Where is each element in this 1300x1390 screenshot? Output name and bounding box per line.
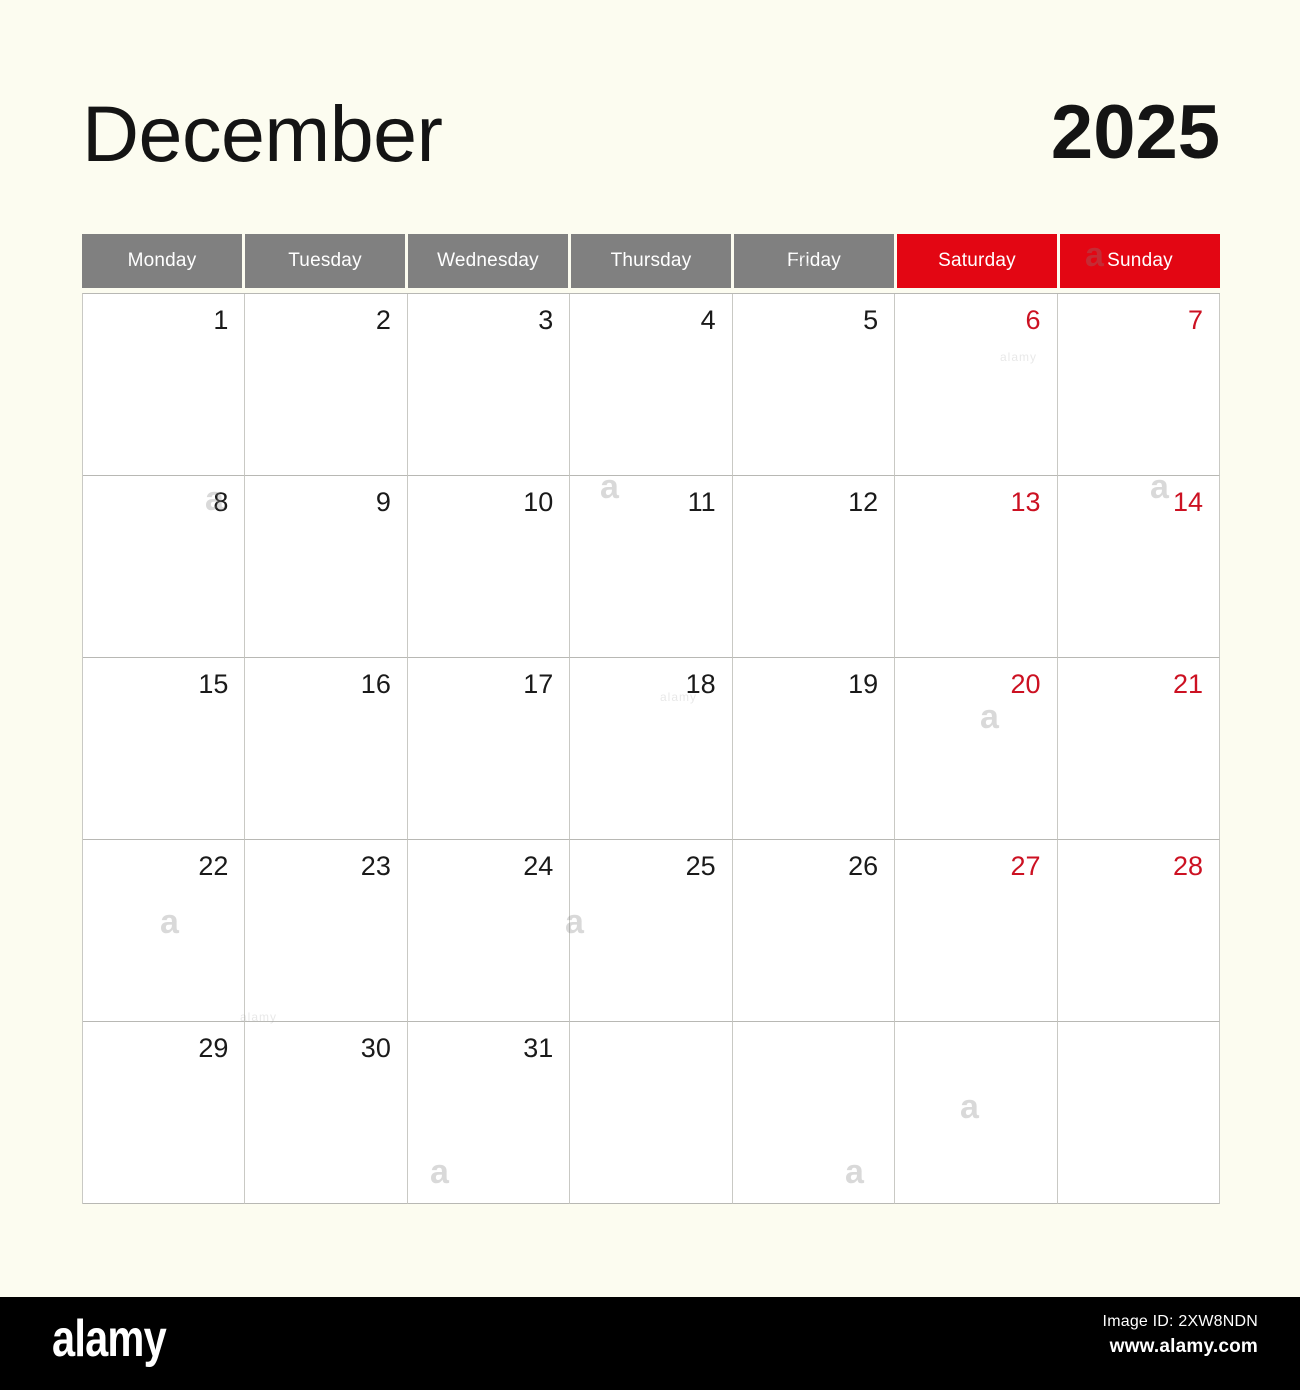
calendar-day-number: 18	[685, 669, 716, 699]
calendar-week-row: 8 9 10 11 12 13 14	[83, 476, 1220, 658]
calendar-day-number: 8	[213, 487, 229, 517]
calendar-day-cell[interactable]: 5	[732, 294, 896, 476]
calendar-day-number: 1	[213, 305, 229, 335]
calendar-day-number: 24	[523, 851, 554, 881]
calendar-day-cell[interactable]: 16	[245, 658, 408, 840]
calendar-day-cell-empty	[895, 1022, 1058, 1204]
calendar-day-number: 20	[1010, 669, 1041, 699]
calendar-week-row: 1 2 3 4 5 6 7	[83, 294, 1220, 476]
calendar-weeks: 1 2 3 4 5 6 7 8 9 10 11 12 13 14 15 16 17 18 19 20 21 22 23 24 2…	[82, 293, 1220, 1204]
calendar-day-cell-empty	[570, 1022, 733, 1204]
calendar-day-cell[interactable]: 21	[1057, 658, 1220, 840]
calendar-day-number: 16	[360, 669, 391, 699]
calendar-week-row: 29 30 31	[83, 1022, 1220, 1204]
calendar-day-cell[interactable]: 11	[570, 476, 733, 658]
calendar-day-cell[interactable]: 15	[83, 658, 246, 840]
weekday-header-label: Thursday	[610, 250, 692, 271]
calendar-day-number: 6	[1025, 305, 1041, 335]
calendar-day-number: 25	[685, 851, 716, 881]
weekday-header-tuesday: Tuesday	[245, 234, 405, 288]
calendar-grid: Monday Tuesday Wednesday Thursday Friday Satu…	[82, 234, 1220, 1204]
calendar-day-number: 22	[198, 851, 229, 881]
alamy-footer-bar: alamy Image ID: 2XW8NDN www.alamy.com	[0, 1297, 1300, 1390]
calendar-day-number: 12	[848, 487, 879, 517]
calendar-day-cell[interactable]: 22	[83, 840, 246, 1022]
calendar-day-number: 13	[1010, 487, 1041, 517]
alamy-logo: alamy	[52, 1310, 167, 1368]
calendar-day-number: 17	[523, 669, 554, 699]
calendar-day-cell[interactable]: 12	[732, 476, 896, 658]
calendar-day-number: 19	[848, 669, 879, 699]
calendar-day-number: 3	[538, 305, 554, 335]
calendar-day-cell[interactable]: 24	[407, 840, 571, 1022]
calendar-day-cell-empty	[1057, 1022, 1220, 1204]
weekday-header-label: Sunday	[1107, 250, 1173, 271]
calendar-day-cell[interactable]: 26	[732, 840, 896, 1022]
weekday-header-row: Monday Tuesday Wednesday Thursday Friday Satu…	[82, 234, 1220, 288]
calendar-week-row: 22 23 24 25 26 27 28	[83, 840, 1220, 1022]
calendar-day-cell[interactable]: 2	[245, 294, 408, 476]
weekday-header-label: Tuesday	[288, 250, 362, 271]
calendar-week-row: 15 16 17 18 19 20 21	[83, 658, 1220, 840]
calendar-day-cell-empty	[732, 1022, 896, 1204]
calendar-day-cell[interactable]: 29	[83, 1022, 246, 1204]
calendar-day-number: 15	[198, 669, 229, 699]
calendar-day-cell[interactable]: 20	[895, 658, 1058, 840]
weekday-header-friday: Friday	[734, 234, 894, 288]
calendar-day-cell[interactable]: 9	[245, 476, 408, 658]
calendar-day-number: 30	[360, 1033, 391, 1063]
weekday-header-saturday: Saturday	[897, 234, 1057, 288]
footer-image-id: Image ID: 2XW8NDN	[1102, 1313, 1258, 1330]
calendar-day-number: 2	[375, 305, 391, 335]
calendar-day-number: 4	[700, 305, 716, 335]
calendar-day-cell[interactable]: 30	[245, 1022, 408, 1204]
weekday-header-sunday: Sunday	[1060, 234, 1220, 288]
weekday-header-label: Saturday	[938, 250, 1016, 271]
calendar-day-number: 9	[375, 487, 391, 517]
calendar-day-cell[interactable]: 7	[1057, 294, 1220, 476]
footer-website-url: www.alamy.com	[1109, 1335, 1258, 1357]
calendar-day-number: 11	[687, 487, 716, 517]
calendar-day-cell[interactable]: 10	[407, 476, 571, 658]
calendar-day-cell[interactable]: 8	[83, 476, 246, 658]
calendar-day-cell[interactable]: 28	[1057, 840, 1220, 1022]
page-title-year: 2025	[1050, 90, 1220, 175]
weekday-header-monday: Monday	[82, 234, 242, 288]
calendar-day-cell[interactable]: 14	[1057, 476, 1220, 658]
calendar-day-number: 5	[863, 305, 879, 335]
weekday-header-label: Friday	[787, 250, 841, 271]
calendar-day-cell[interactable]: 17	[407, 658, 571, 840]
calendar-day-cell[interactable]: 1	[83, 294, 246, 476]
calendar-day-number: 31	[523, 1033, 554, 1063]
calendar-day-cell[interactable]: 6	[895, 294, 1058, 476]
calendar-day-number: 21	[1172, 669, 1203, 699]
calendar-day-cell[interactable]: 19	[732, 658, 896, 840]
calendar-day-cell[interactable]: 3	[407, 294, 571, 476]
calendar-day-number: 23	[360, 851, 391, 881]
calendar-page: December 2025 Monday Tuesday Wednesday Thur…	[0, 0, 1300, 1390]
calendar-title-row: December 2025	[82, 78, 1220, 188]
page-title-month: December	[82, 88, 443, 178]
calendar-day-number: 10	[523, 487, 554, 517]
weekday-header-label: Wednesday	[437, 250, 539, 271]
calendar-day-number: 29	[198, 1033, 229, 1063]
calendar-day-cell[interactable]: 25	[570, 840, 733, 1022]
calendar-day-cell[interactable]: 27	[895, 840, 1058, 1022]
weekday-header-label: Monday	[127, 250, 197, 271]
calendar-day-cell[interactable]: 4	[570, 294, 733, 476]
calendar-day-number: 26	[848, 851, 879, 881]
weekday-header-wednesday: Wednesday	[408, 234, 568, 288]
calendar-day-cell[interactable]: 18	[570, 658, 733, 840]
calendar-day-number: 28	[1172, 851, 1203, 881]
calendar-day-number: 14	[1172, 487, 1203, 517]
calendar-day-cell[interactable]: 13	[895, 476, 1058, 658]
calendar-day-cell[interactable]: 23	[245, 840, 408, 1022]
footer-meta: Image ID: 2XW8NDN www.alamy.com	[1103, 1311, 1258, 1361]
calendar-day-number: 7	[1187, 305, 1203, 335]
calendar-day-cell[interactable]: 31	[407, 1022, 571, 1204]
calendar-day-number: 27	[1010, 851, 1041, 881]
weekday-header-thursday: Thursday	[571, 234, 731, 288]
